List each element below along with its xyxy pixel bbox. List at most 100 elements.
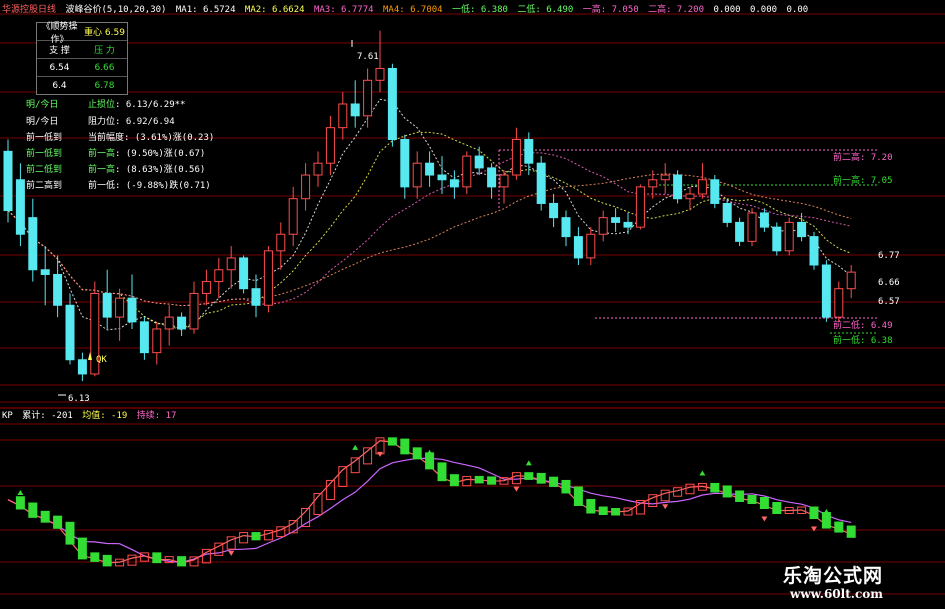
candle-body	[152, 328, 162, 354]
info-label: 明/今日	[26, 100, 59, 110]
candle-body	[623, 221, 633, 228]
candle-body	[301, 174, 311, 200]
level-low2: 二低: 6.490	[517, 5, 574, 15]
level-extra1: 0.000	[713, 5, 741, 15]
kp-arrow	[662, 504, 669, 510]
resistance-2: 6.78	[94, 80, 115, 91]
level-high2: 二高: 7.200	[648, 5, 705, 15]
panel-title: 《顺势操作》	[41, 21, 78, 45]
kp-bar	[660, 489, 670, 502]
kp-arrow	[17, 490, 24, 495]
resistance-header: 压 力	[94, 46, 115, 56]
candle-body	[77, 359, 87, 375]
kp-bar	[251, 532, 261, 541]
kp-bar	[809, 506, 819, 520]
resistance-1: 6.66	[94, 62, 115, 73]
candles	[3, 30, 856, 382]
candle-body	[846, 271, 856, 290]
level-high1: 一高: 7.050	[582, 5, 639, 15]
info-label: 前一低到	[26, 133, 63, 143]
candle-body	[325, 127, 335, 164]
candle-body	[685, 193, 695, 200]
panel-header-row: 支 撑 压 力	[37, 40, 127, 58]
kp-bar	[722, 485, 732, 498]
candle-body	[15, 179, 25, 235]
kp-bar	[573, 486, 583, 506]
candle-body	[201, 281, 211, 294]
candle-body	[65, 304, 75, 361]
candle-body	[127, 297, 137, 323]
kp-subchart	[7, 437, 856, 567]
low-price-label: 6.13	[68, 394, 90, 404]
support-resistance-lines	[498, 149, 878, 334]
candle-body	[28, 217, 38, 271]
candle-body	[784, 221, 794, 252]
kp-bar	[288, 520, 298, 534]
watermark-cn: 乐淘公式网	[783, 565, 884, 587]
panel-title-row: 《顺势操作》 重心 6.59	[37, 22, 127, 45]
candle-body	[598, 217, 608, 235]
candle-body	[834, 288, 844, 318]
panel-row-1: 6.54 6.66	[37, 58, 127, 76]
candle-body	[226, 257, 236, 271]
kp-bar	[412, 447, 422, 460]
candle-body	[276, 233, 286, 252]
first-low-label: 前一低: 6.38	[833, 336, 893, 346]
kp-bar	[65, 521, 75, 545]
kp-bar	[549, 476, 559, 487]
ma2-value: MA2: 6.6624	[244, 5, 305, 15]
stock-chart[interactable]	[0, 0, 945, 609]
kp-bar	[561, 479, 571, 494]
kp-bar	[127, 554, 137, 566]
panel-row-2: 6.4 6.78	[37, 76, 127, 94]
kp-bar	[611, 508, 621, 516]
kp-bar	[821, 512, 831, 529]
kp-arrow	[352, 444, 359, 450]
candle-body	[313, 162, 323, 176]
candle-body	[549, 202, 559, 219]
kp-bar	[152, 552, 162, 564]
kp-bar	[449, 474, 459, 487]
kp-bar	[425, 452, 435, 470]
kp-bar	[536, 472, 546, 484]
candle-body	[747, 212, 757, 242]
candle-body	[115, 297, 125, 318]
kp-bar	[772, 501, 782, 515]
subchart-name: KP	[2, 411, 13, 421]
subchart-mean: 均值: -19	[82, 411, 128, 421]
candle-body	[375, 67, 385, 81]
candle-body	[102, 292, 112, 318]
kp-bar	[834, 521, 844, 533]
candle-body	[251, 288, 261, 306]
watermark-url: www.60lt.com	[790, 587, 883, 601]
info-label: 前一低到	[26, 149, 63, 159]
kp-bar	[387, 437, 397, 446]
kp-bar	[474, 475, 484, 484]
info-high2-low1: 前二高到 前一低: (-9.88%)跌(0.71)	[26, 178, 211, 191]
kp-arrow	[513, 486, 520, 492]
candle-body	[363, 79, 373, 117]
candle-body	[710, 179, 720, 204]
level-low1: 一低: 6.380	[452, 5, 508, 15]
chart-header: 华源控股日线 波峰谷价(5,10,20,30) MA1: 6.5724 MA2:…	[2, 2, 812, 15]
info-low1-high1: 前一低到 前一高: (9.50%)涨(0.67)	[26, 146, 205, 159]
candle-body	[3, 150, 13, 212]
ma1-value: MA1: 6.5724	[175, 5, 236, 15]
trend-panel: 《顺势操作》 重心 6.59 支 撑 压 力 6.54 6.66 6.4 6.7…	[36, 22, 128, 95]
first-high-label: 前一高: 7.05	[833, 176, 893, 186]
right-level-2: 6.66	[878, 278, 900, 288]
second-low-label: 前二低: 6.49	[833, 321, 893, 331]
candle-body	[722, 202, 732, 223]
qk-label: QK	[96, 355, 107, 365]
info-label: 前二高到	[26, 181, 63, 191]
candle-body	[586, 233, 596, 259]
kp-bar	[735, 490, 745, 502]
candle-body	[660, 174, 670, 181]
second-high-label: 前二高: 7.20	[833, 153, 893, 163]
candle-body	[449, 179, 459, 188]
stock-title: 华源控股日线	[2, 5, 57, 15]
kp-slow-line	[7, 457, 852, 564]
candle-body	[673, 174, 683, 200]
info-key: 止损位	[88, 100, 116, 110]
candle-body	[474, 155, 484, 169]
